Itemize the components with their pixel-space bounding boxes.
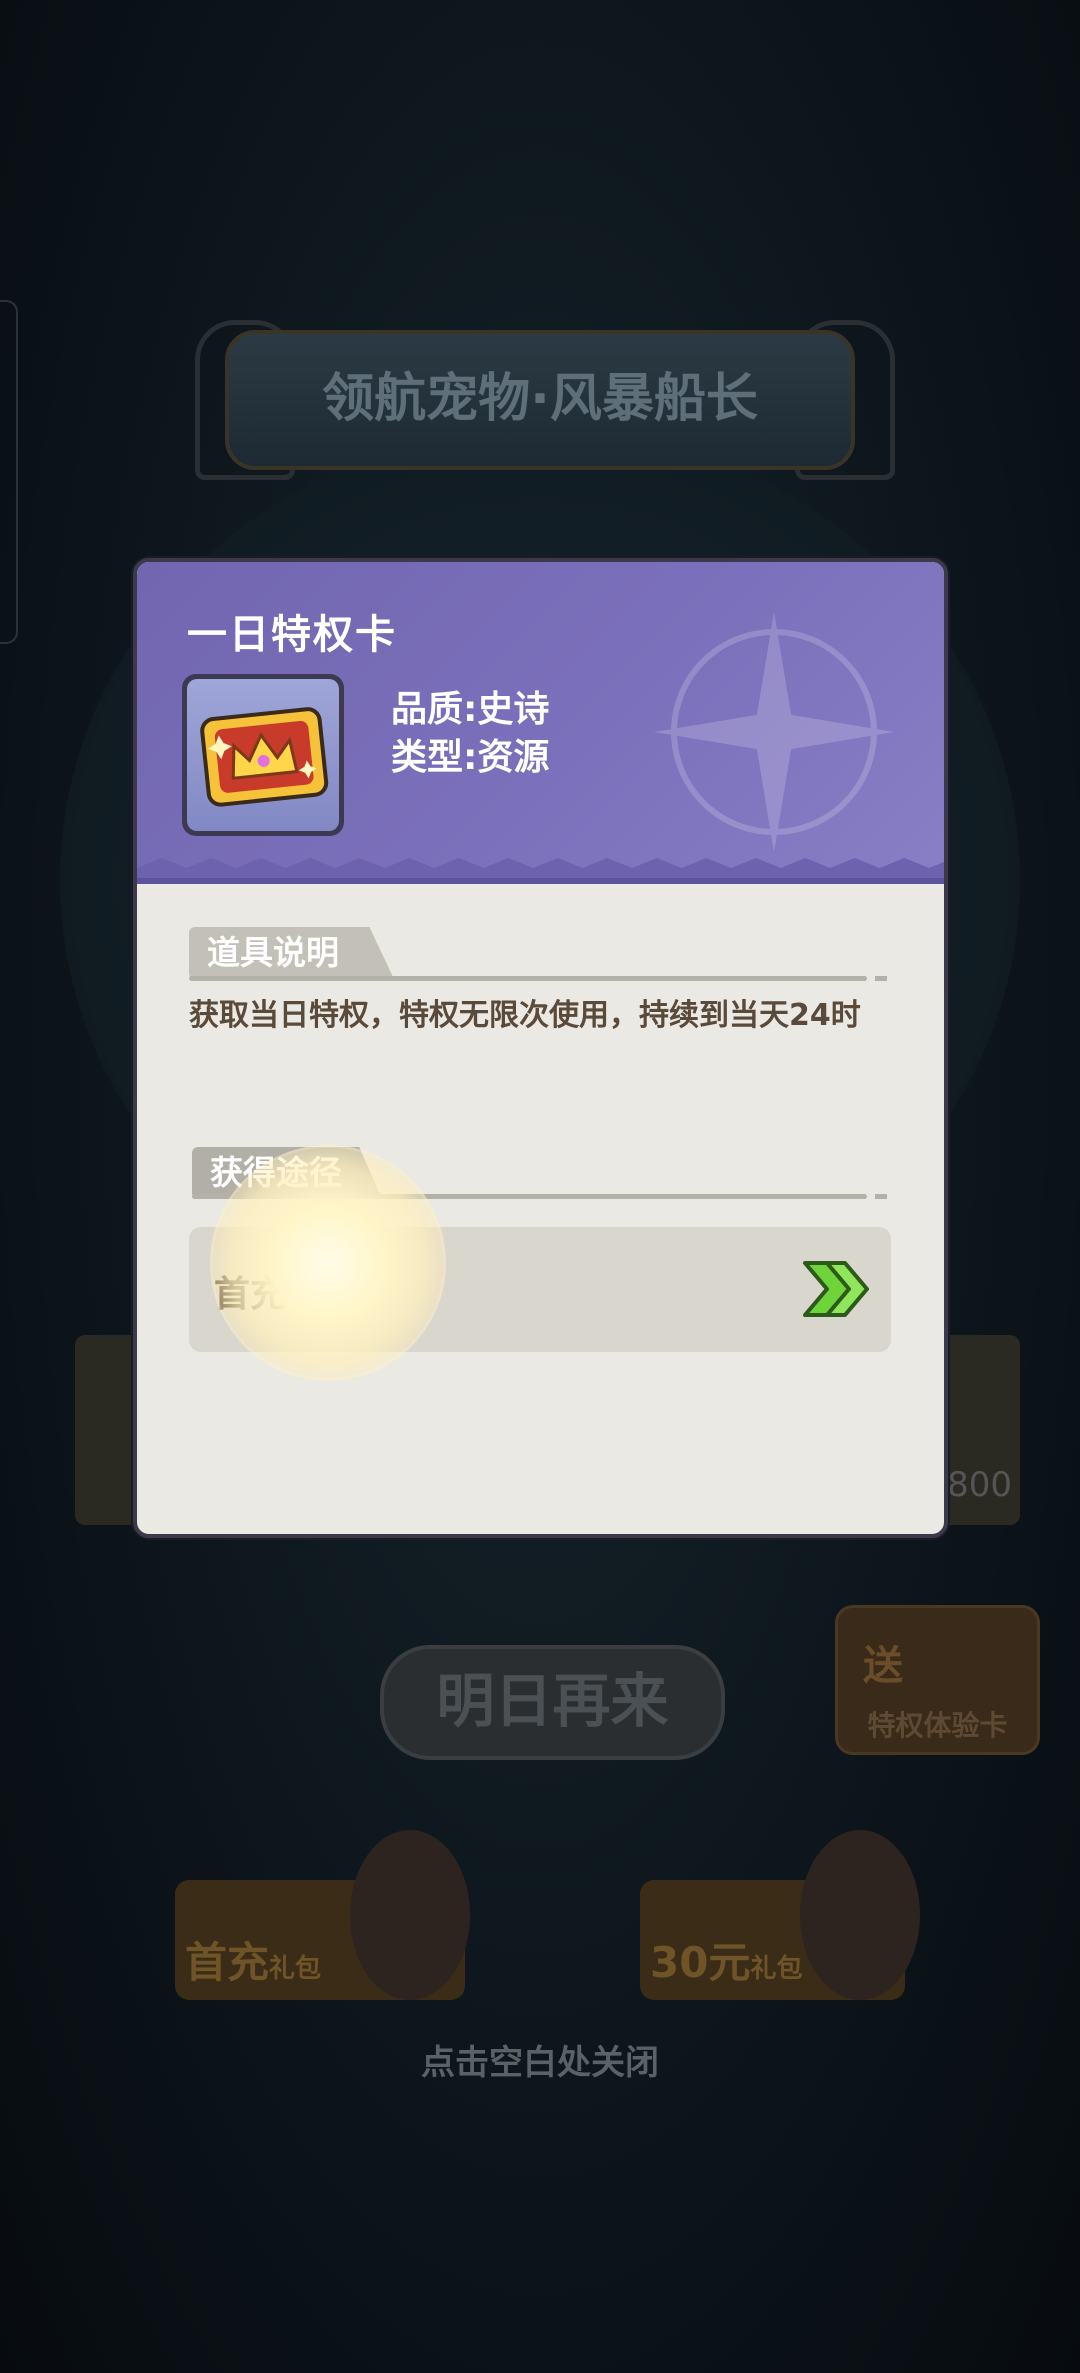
event-banner: 领航宠物·风暴船长 bbox=[225, 330, 855, 470]
item-quality: 品质:史诗 bbox=[391, 689, 550, 730]
acquire-source-first-recharge[interactable]: 首充 bbox=[189, 1227, 891, 1352]
item-type: 类型:资源 bbox=[391, 737, 550, 778]
pack-label: 首充礼包 bbox=[185, 1929, 321, 1990]
pack-suffix: 礼包 bbox=[750, 1954, 803, 1984]
pack-title: 30元 bbox=[650, 1938, 751, 1987]
section-divider-tip bbox=[875, 976, 887, 981]
item-icon-frame bbox=[182, 674, 344, 836]
item-description: 获取当日特权，特权无限次使用，持续到当天24时 bbox=[189, 998, 861, 1033]
crown-ticket-icon bbox=[200, 707, 329, 807]
item-icon-background bbox=[187, 679, 339, 831]
pack-label: 30元礼包 bbox=[650, 1929, 802, 1990]
parrot-pirate-pet-icon bbox=[350, 1830, 470, 2000]
section-divider-tip bbox=[875, 1194, 887, 1199]
gift-badge: 送 bbox=[863, 1643, 903, 1689]
item-name: 一日特权卡 bbox=[187, 612, 397, 658]
pack-suffix: 礼包 bbox=[269, 1954, 322, 1984]
panda-pet-icon bbox=[800, 1830, 920, 2000]
come-back-tomorrow-button[interactable]: 明日再来 bbox=[380, 1645, 725, 1760]
section-divider bbox=[192, 1194, 867, 1199]
section-divider bbox=[189, 976, 867, 981]
pack-title: 首充 bbox=[185, 1938, 270, 1987]
side-drawer-handle[interactable] bbox=[0, 300, 18, 644]
acquire-heading: 获得途径 bbox=[192, 1147, 382, 1199]
modal-header: 一日特权卡 品质:史诗 类型:资源 bbox=[137, 562, 944, 884]
header-zigzag-edge bbox=[137, 858, 944, 884]
compass-decoration-icon bbox=[654, 612, 894, 852]
trial-card-label: 特权体验卡 bbox=[867, 1709, 1008, 1742]
close-hint-text: 点击空白处关闭 bbox=[421, 2043, 659, 2083]
description-heading: 道具说明 bbox=[189, 927, 394, 979]
double-chevron-right-icon[interactable] bbox=[801, 1257, 871, 1321]
privilege-trial-card-button[interactable]: 送 特权体验卡 bbox=[835, 1605, 1040, 1755]
acquire-source-label: 首充 bbox=[214, 1274, 287, 1315]
item-detail-modal: 一日特权卡 品质:史诗 类型:资源 道具说明 获取当日特权，特权无限次使用，持续… bbox=[133, 558, 948, 1538]
